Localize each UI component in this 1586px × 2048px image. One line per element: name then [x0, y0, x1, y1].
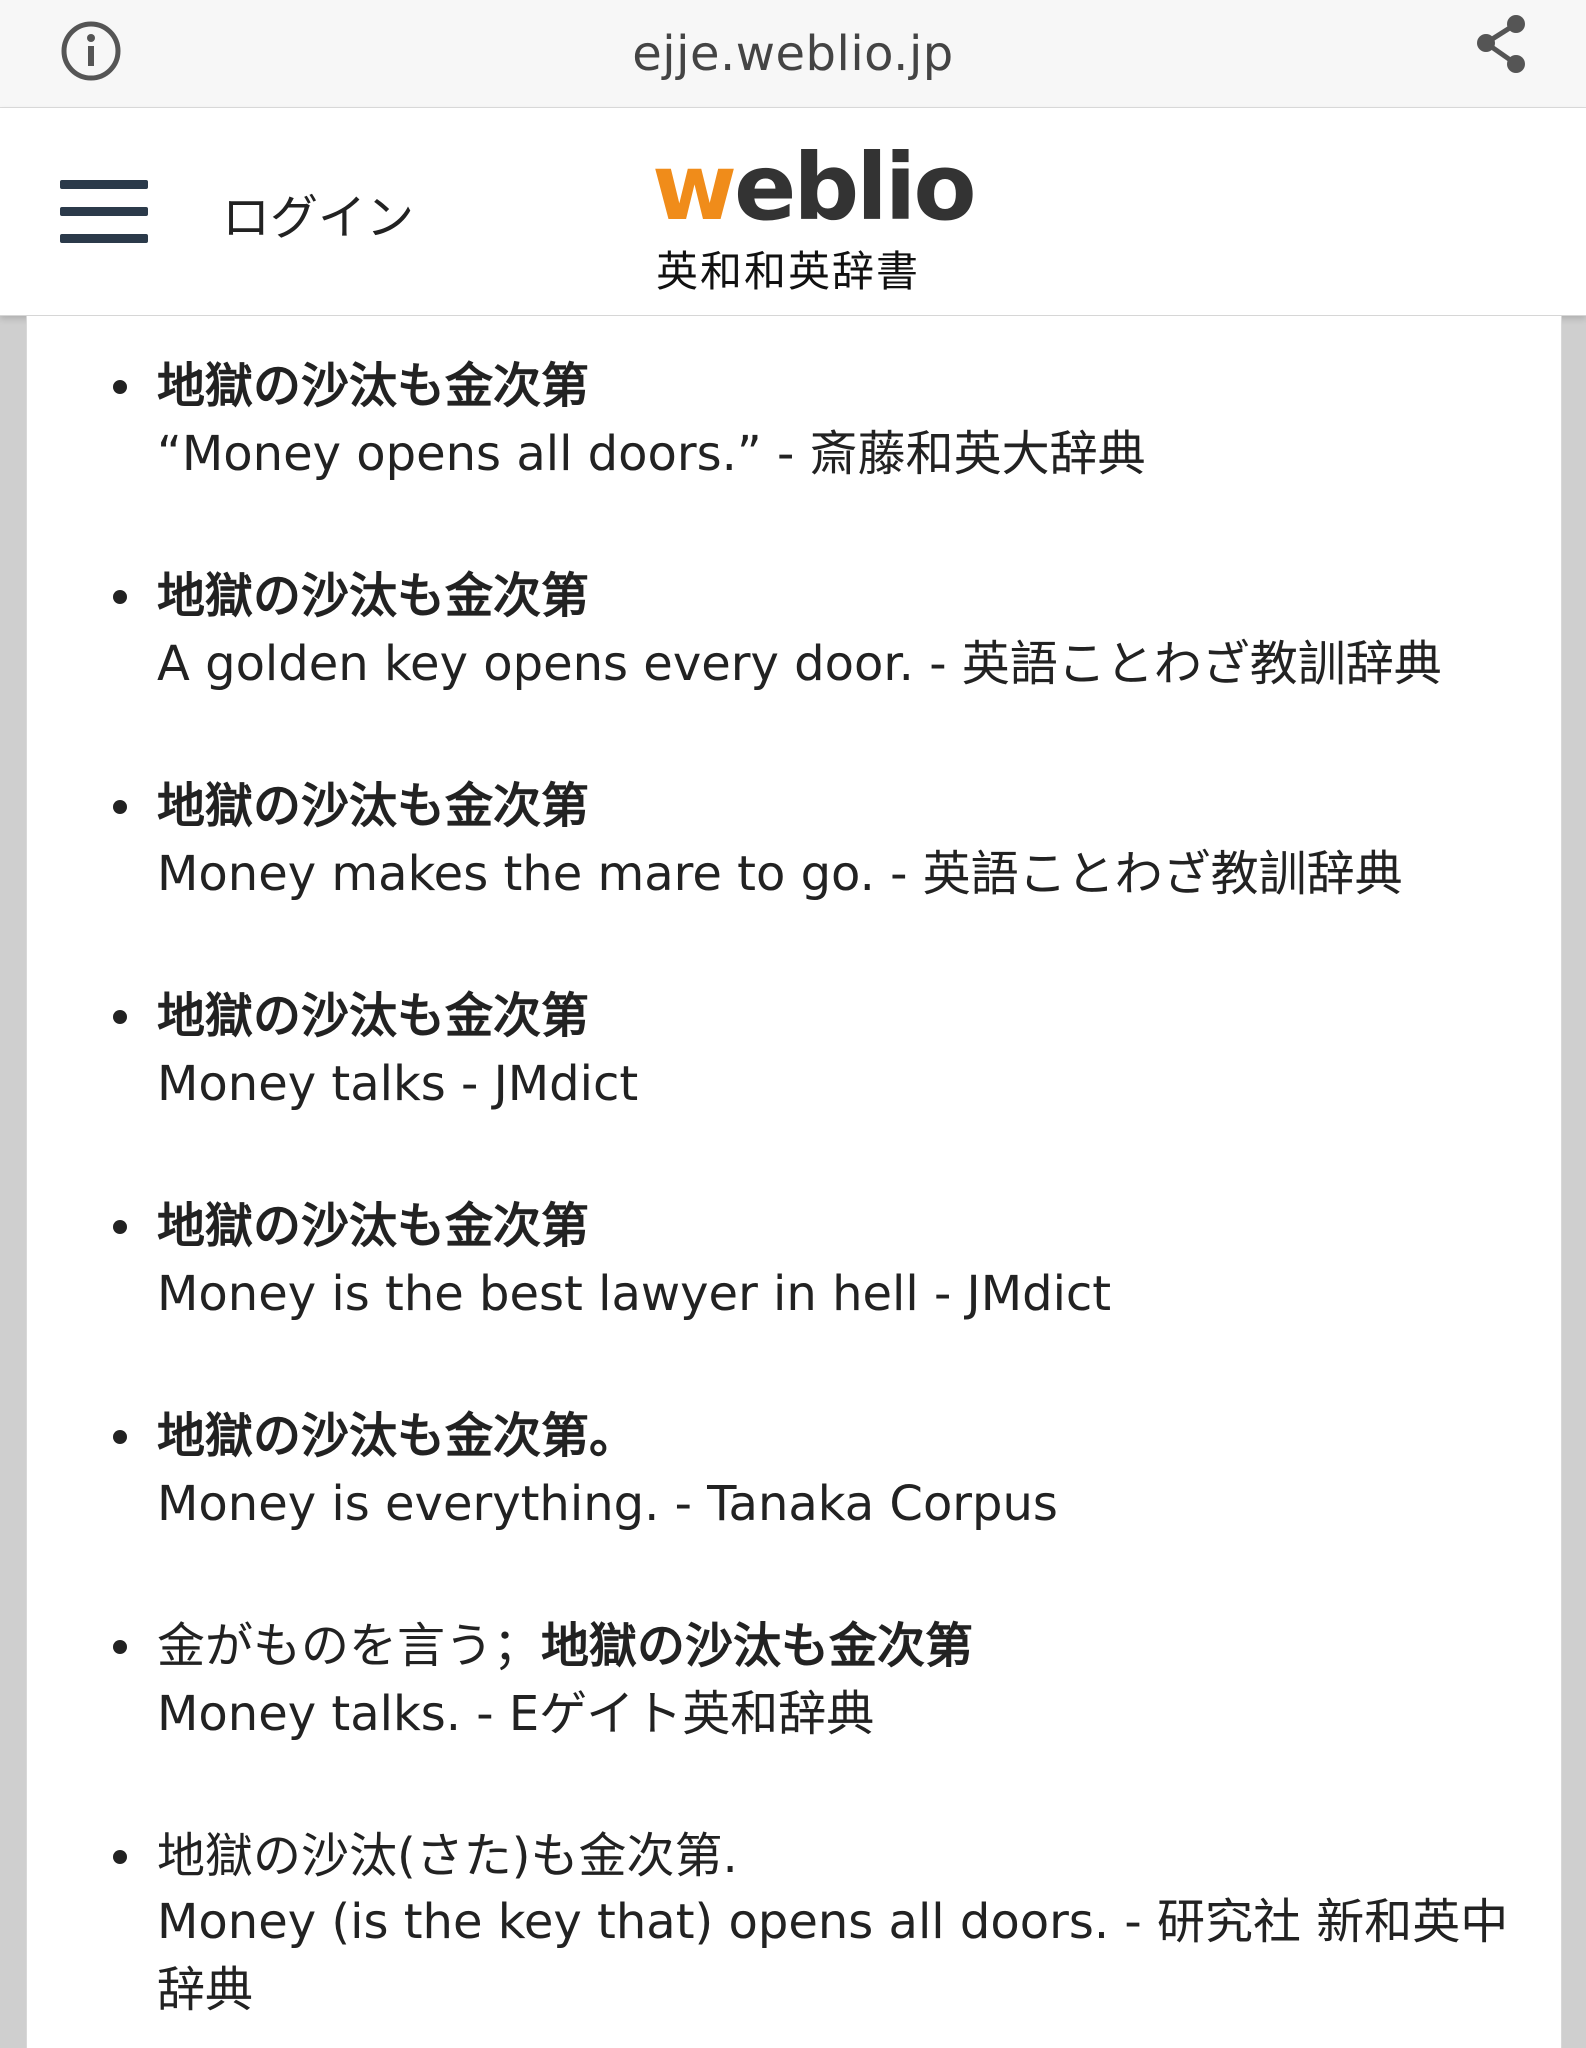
menu-bar [60, 180, 148, 189]
example-japanese-prefix: 金がものを言う； [157, 1618, 542, 1674]
list-item: 地獄の沙汰も金次第 “Money opens all doors.” - 斎藤和… [113, 354, 1527, 490]
share-icon[interactable] [1466, 10, 1536, 80]
logo-wordmark: weblio [652, 142, 977, 234]
list-item: 地獄の沙汰も金次第 Money is the best lawyer in he… [113, 1194, 1527, 1330]
example-japanese: 地獄の沙汰も金次第 [157, 1198, 590, 1254]
info-circle-icon[interactable] [56, 16, 126, 86]
example-english: A golden key opens every door. - 英語ことわざ教… [157, 636, 1442, 692]
logo-rest-letters: eblio [734, 134, 977, 241]
login-link[interactable]: ログイン [222, 178, 414, 248]
list-item: 地獄の沙汰も金次第 Money makes the mare to go. - … [113, 774, 1527, 910]
example-japanese: 地獄の沙汰も金次第。 [157, 1408, 638, 1464]
list-item: 地獄の沙汰も金次第 Money talks - JMdict [113, 984, 1527, 1120]
example-english: Money talks - JMdict [157, 1056, 639, 1112]
menu-bar [60, 207, 148, 216]
example-english: “Money opens all doors.” - 斎藤和英大辞典 [157, 426, 1146, 482]
example-english: Money makes the mare to go. - 英語ことわざ教訓辞典 [157, 846, 1403, 902]
example-english: Money talks. - Eゲイト英和辞典 [157, 1686, 875, 1742]
example-japanese: 地獄の沙汰も金次第 [157, 568, 590, 624]
logo-subtitle: 英和和英辞書 [656, 247, 921, 296]
example-japanese: 地獄の沙汰も金次第 [157, 358, 590, 414]
url-text[interactable]: ejje.weblio.jp [632, 26, 954, 82]
example-japanese: 地獄の沙汰も金次第 [157, 988, 590, 1044]
site-header: ログイン weblio 英和和英辞書 [0, 108, 1586, 316]
list-item: 地獄の沙汰も金次第。 Money is everything. - Tanaka… [113, 1404, 1527, 1540]
example-english: Money (is the key that) opens all doors.… [157, 1894, 1509, 2018]
example-japanese: 地獄の沙汰(さた)も金次第. [157, 1828, 738, 1884]
menu-bar [60, 234, 148, 243]
weblio-logo[interactable]: weblio 英和和英辞書 [652, 142, 977, 299]
logo-accent-letter: w [652, 134, 737, 241]
list-item: 地獄の沙汰(さた)も金次第. Money (is the key that) o… [113, 1824, 1527, 2024]
example-english: Money is the best lawyer in hell - JMdic… [157, 1266, 1112, 1322]
hamburger-menu-icon[interactable] [60, 180, 148, 244]
example-english: Money is everything. - Tanaka Corpus [157, 1476, 1058, 1532]
list-item: 地獄の沙汰も金次第 A golden key opens every door.… [113, 564, 1527, 700]
browser-url-bar: ejje.weblio.jp [0, 0, 1586, 108]
example-japanese: 地獄の沙汰も金次第 [157, 778, 590, 834]
list-item: 金がものを言う；地獄の沙汰も金次第 Money talks. - Eゲイト英和辞… [113, 1614, 1527, 1750]
example-japanese: 金がものを言う；地獄の沙汰も金次第 [157, 1614, 1527, 1678]
example-list: 地獄の沙汰も金次第 “Money opens all doors.” - 斎藤和… [26, 316, 1562, 2048]
example-japanese-highlight: 地獄の沙汰も金次第 [541, 1618, 974, 1674]
